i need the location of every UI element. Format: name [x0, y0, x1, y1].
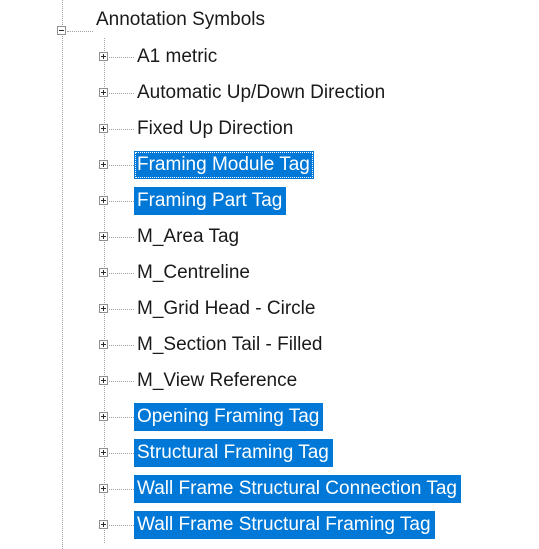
tree-node-label[interactable]: Annotation Symbols	[93, 6, 269, 34]
tree-connector-parent	[62, 0, 63, 549]
tree-node-label[interactable]: M_Grid Head - Circle	[134, 295, 319, 323]
expand-toggle-icon[interactable]	[99, 232, 108, 241]
expand-toggle-icon[interactable]	[99, 196, 108, 205]
expand-toggle-icon[interactable]	[99, 268, 108, 277]
expand-toggle-icon[interactable]	[99, 520, 108, 529]
expand-toggle-icon[interactable]	[99, 340, 108, 349]
tree-connector-root	[67, 31, 93, 32]
tree-node-label[interactable]: Framing Part Tag	[134, 187, 287, 215]
collapse-toggle-icon[interactable]	[57, 26, 66, 35]
tree-connector	[109, 273, 134, 274]
tree-connector	[109, 525, 134, 526]
tree-connector	[109, 489, 134, 490]
tree-connector	[109, 237, 134, 238]
tree-connector	[109, 93, 134, 94]
tree-connector-children	[104, 38, 105, 543]
tree-node-label[interactable]: M_Section Tail - Filled	[134, 331, 327, 359]
expand-toggle-icon[interactable]	[99, 160, 108, 169]
tree-node-label[interactable]: Wall Frame Structural Framing Tag	[134, 511, 435, 539]
tree-connector	[109, 201, 134, 202]
tree-node-label[interactable]: Automatic Up/Down Direction	[134, 79, 389, 107]
tree-node-label[interactable]: M_View Reference	[134, 367, 301, 395]
tree-connector	[109, 309, 134, 310]
tree-connector	[109, 165, 134, 166]
tree-node-label[interactable]: M_Centreline	[134, 259, 254, 287]
tree-node-label[interactable]: Framing Module Tag	[134, 151, 314, 179]
tree-node-label[interactable]: Opening Framing Tag	[134, 403, 324, 431]
tree-node-label[interactable]: M_Area Tag	[134, 223, 243, 251]
tree-connector	[109, 57, 134, 58]
expand-toggle-icon[interactable]	[99, 412, 108, 421]
tree-connector	[109, 381, 134, 382]
expand-toggle-icon[interactable]	[99, 484, 108, 493]
tree-node-label[interactable]: Structural Framing Tag	[134, 439, 333, 467]
expand-toggle-icon[interactable]	[99, 448, 108, 457]
expand-toggle-icon[interactable]	[99, 124, 108, 133]
expand-toggle-icon[interactable]	[99, 304, 108, 313]
tree-connector	[109, 417, 134, 418]
tree-view[interactable]: Annotation Symbols A1 metric Automatic Up…	[0, 0, 539, 549]
tree-connector	[109, 345, 134, 346]
tree-node-label[interactable]: Fixed Up Direction	[134, 115, 297, 143]
expand-toggle-icon[interactable]	[99, 376, 108, 385]
tree-connector	[109, 129, 134, 130]
expand-toggle-icon[interactable]	[99, 88, 108, 97]
expand-toggle-icon[interactable]	[99, 52, 108, 61]
tree-node-label[interactable]: A1 metric	[134, 43, 221, 71]
tree-connector	[109, 453, 134, 454]
tree-node-label[interactable]: Wall Frame Structural Connection Tag	[134, 475, 461, 503]
